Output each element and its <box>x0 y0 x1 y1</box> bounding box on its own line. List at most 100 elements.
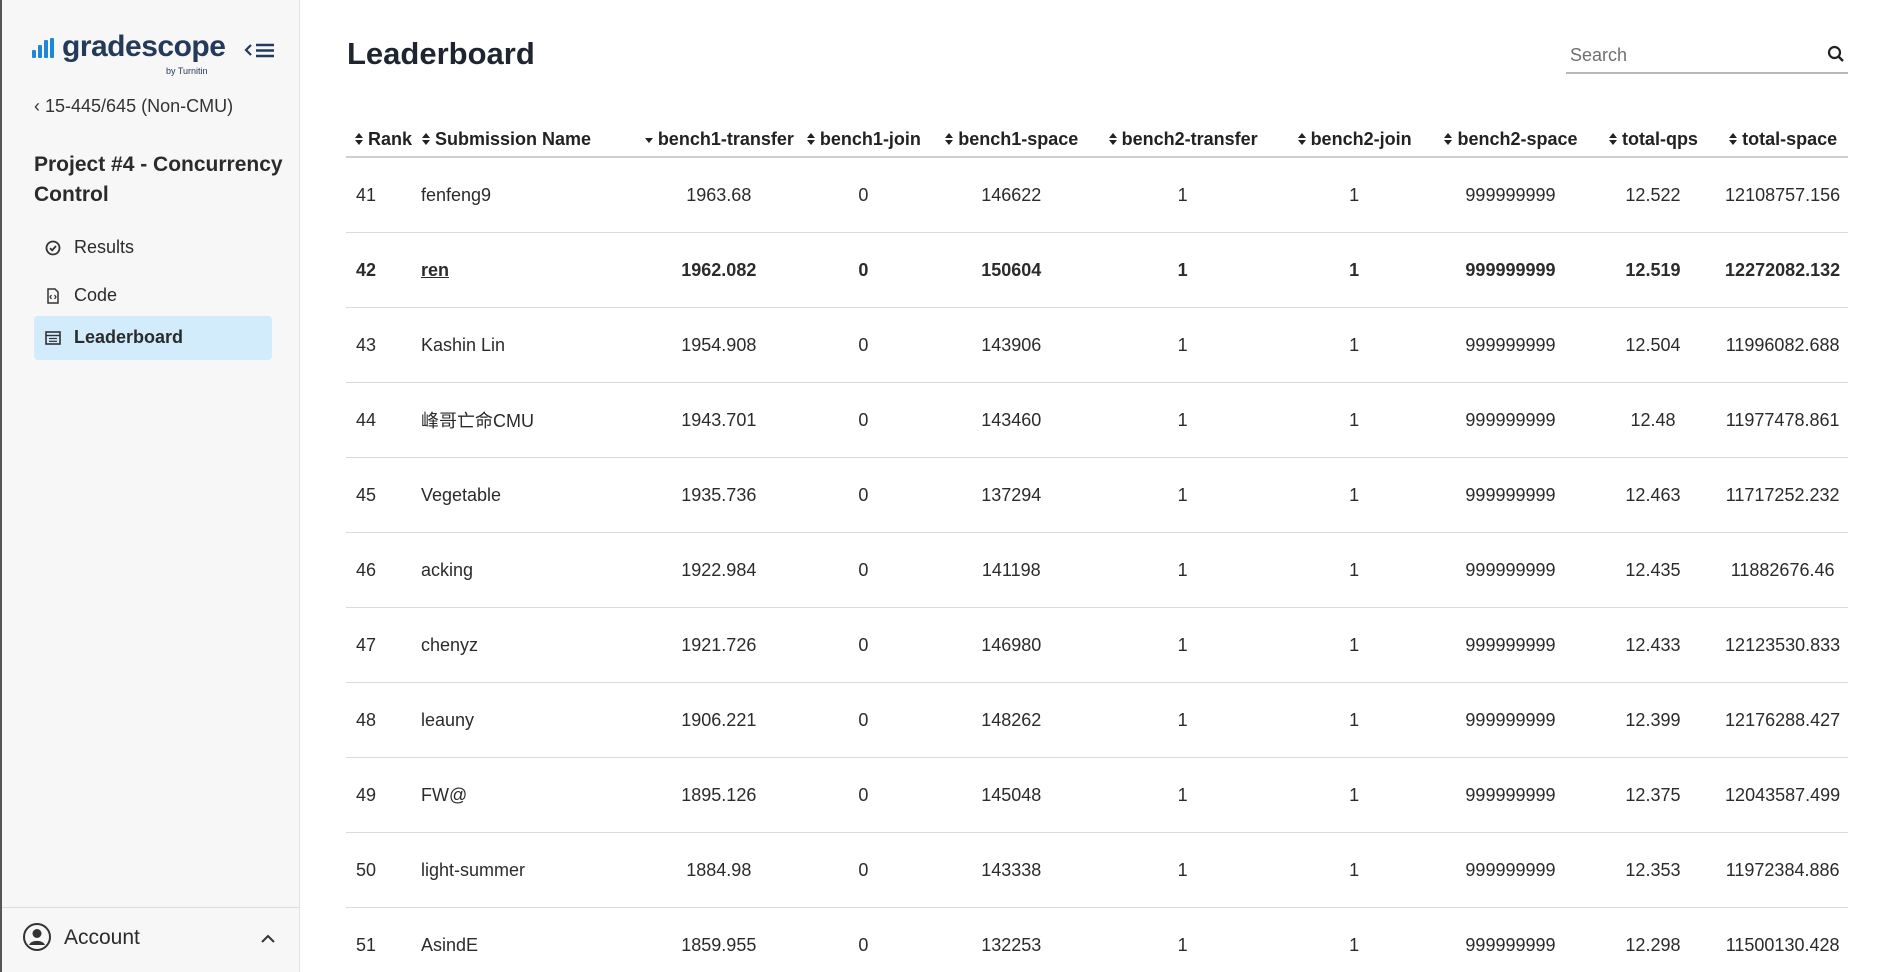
column-header-label: total-qps <box>1621 128 1698 149</box>
table-cell: 1 <box>1089 832 1276 908</box>
table-header-row: Rank Submission Name bench1-transfer bench1… <box>346 122 1848 158</box>
table-cell: 1 <box>1275 457 1433 533</box>
table-cell: 1 <box>1275 757 1433 833</box>
table-cell: 12.48 <box>1588 382 1718 458</box>
column-header[interactable]: total-space <box>1717 122 1848 158</box>
table-cell: 1 <box>1275 532 1433 608</box>
column-header[interactable]: bench2-space <box>1432 122 1589 158</box>
column-header-label: total-space <box>1742 128 1838 149</box>
sidebar-item-results[interactable]: Results <box>34 226 272 270</box>
table-cell: 12.519 <box>1588 232 1718 308</box>
table-cell: 146622 <box>933 157 1090 233</box>
brand-subtitle: by Turnitin <box>166 66 208 76</box>
table-cell: 999999999 <box>1432 832 1589 908</box>
table-cell: 46 <box>346 532 421 608</box>
table-cell: 11977478.861 <box>1717 382 1848 458</box>
table-cell: 12.375 <box>1588 757 1718 833</box>
column-header[interactable]: bench2-join <box>1275 122 1433 158</box>
table-cell: 999999999 <box>1432 157 1589 233</box>
table-cell: 0 <box>793 907 934 972</box>
table-cell: 1859.955 <box>643 907 794 972</box>
course-name: 15-445/645 (Non-CMU) <box>45 96 234 116</box>
column-header-label: bench1-join <box>819 128 921 149</box>
table-cell: 11996082.688 <box>1717 307 1848 383</box>
table-cell: 999999999 <box>1432 757 1589 833</box>
assignment-title: Project #4 - Concurrency Control <box>34 153 283 206</box>
table-cell: 150604 <box>933 232 1090 308</box>
search-icon[interactable] <box>1826 44 1846 64</box>
column-header[interactable]: total-qps <box>1588 122 1718 158</box>
sort-icon <box>1108 132 1117 145</box>
column-header[interactable]: bench1-space <box>933 122 1090 158</box>
table-cell: 1 <box>1089 682 1276 758</box>
sidebar-item-leaderboard[interactable]: Leaderboard <box>34 316 272 360</box>
table-cell: 42 <box>346 232 421 308</box>
table-header: Rank Submission Name bench1-transfer bench1… <box>346 122 1848 158</box>
table-cell: 1 <box>1275 307 1433 383</box>
column-header[interactable]: bench2-transfer <box>1089 122 1276 158</box>
page-title: Leaderboard <box>347 36 535 71</box>
table-cell: 11882676.46 <box>1717 532 1848 608</box>
submission-link[interactable]: ren <box>421 260 449 280</box>
sort-descending-icon <box>644 137 653 143</box>
table-cell: 999999999 <box>1432 382 1589 458</box>
table-cell: 148262 <box>933 682 1090 758</box>
search-input[interactable] <box>1568 42 1812 68</box>
column-header-label: bench1-transfer <box>657 128 794 149</box>
column-header-label: bench1-space <box>958 128 1079 149</box>
code-file-icon <box>47 288 59 304</box>
column-header[interactable]: Submission Name <box>420 122 644 158</box>
table-cell: 1 <box>1089 382 1276 458</box>
table-cell: 999999999 <box>1432 457 1589 533</box>
table-cell: 49 <box>346 757 421 833</box>
table-cell: AsindE <box>420 907 644 972</box>
table-cell: 145048 <box>933 757 1090 833</box>
brand-logo[interactable]: gradescope by Turnitin <box>32 30 278 80</box>
table-cell: 0 <box>793 832 934 908</box>
table-cell: 1 <box>1275 382 1433 458</box>
table-cell: 1 <box>1089 607 1276 683</box>
table-cell: 1 <box>1089 907 1276 972</box>
table-cell: 11972384.886 <box>1717 832 1848 908</box>
column-header[interactable]: Rank <box>346 122 421 158</box>
sidebar-item-code[interactable]: Code <box>34 274 272 318</box>
table-cell: 1963.68 <box>643 157 794 233</box>
table-cell: 45 <box>346 457 421 533</box>
sort-icon <box>806 132 815 145</box>
brand-name: gradescope <box>62 30 226 63</box>
table-cell: 999999999 <box>1432 682 1589 758</box>
table-row: 51 AsindE 1859.955 0 132253 1 1 999999999 12.298… <box>346 907 1848 972</box>
table-cell: 999999999 <box>1432 532 1589 608</box>
table-cell: 41 <box>346 157 421 233</box>
course-breadcrumb-link[interactable]: ‹ 15-445/645 (Non-CMU) <box>34 96 233 117</box>
leaderboard-icon <box>45 331 61 345</box>
table-cell: 1 <box>1275 232 1433 308</box>
table-cell: 0 <box>793 157 934 233</box>
table-cell: 12272082.132 <box>1717 232 1848 308</box>
sidebar-item-label: Results <box>74 237 135 257</box>
table-cell: 0 <box>793 232 934 308</box>
table-cell: 峰哥亡命CMU <box>420 382 644 458</box>
table-cell: 0 <box>793 682 934 758</box>
table-cell: 1 <box>1089 457 1276 533</box>
table-cell: 1 <box>1089 157 1276 233</box>
table-cell: 11717252.232 <box>1717 457 1848 533</box>
table-cell: 999999999 <box>1432 232 1589 308</box>
table-row: 46 acking 1922.984 0 141198 1 1 999999999 12.435… <box>346 532 1848 608</box>
collapse-sidebar-button[interactable] <box>242 36 278 66</box>
table-cell: 1935.736 <box>643 457 794 533</box>
table-cell: 1 <box>1275 157 1433 233</box>
column-header-label: bench2-space <box>1457 128 1578 149</box>
account-menu-toggle[interactable]: Account <box>2 907 300 972</box>
table-cell: 1 <box>1089 757 1276 833</box>
sidebar-item-label: Leaderboard <box>74 327 184 347</box>
table-cell: 1906.221 <box>643 682 794 758</box>
collapse-menu-icon <box>244 43 274 58</box>
table-cell: 12123530.833 <box>1717 607 1848 683</box>
column-header[interactable]: bench1-transfer <box>643 122 794 158</box>
table-cell: light-summer <box>420 832 644 908</box>
table-cell: 143338 <box>933 832 1090 908</box>
table-cell: 12.353 <box>1588 832 1718 908</box>
sort-icon <box>1297 132 1306 145</box>
column-header[interactable]: bench1-join <box>793 122 934 158</box>
